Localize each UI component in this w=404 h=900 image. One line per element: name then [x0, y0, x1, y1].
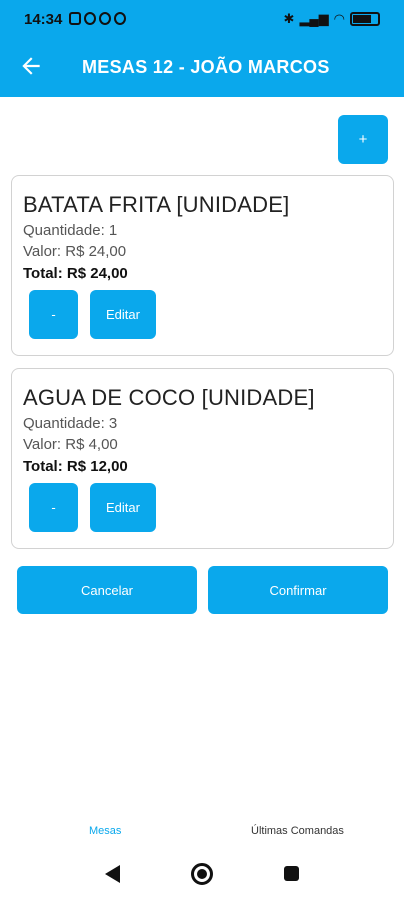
cancel-button[interactable]: Cancelar	[17, 566, 197, 614]
status-indicators: ✱ ▂▄▆ ◠	[284, 11, 380, 27]
wifi-icon: ◠	[333, 11, 345, 26]
decrease-quantity-button[interactable]: -	[29, 483, 78, 532]
triangle-back-icon[interactable]	[105, 865, 120, 883]
battery-level	[353, 15, 371, 23]
app-bar: MESAS 12 - JOÃO MARCOS	[0, 36, 404, 97]
notification-icon	[69, 12, 81, 25]
square-recent-icon[interactable]	[284, 866, 299, 881]
bluetooth-icon: ✱	[283, 11, 295, 26]
notification-icons	[69, 12, 126, 25]
status-bar: 14:34 ✱ ▂▄▆ ◠	[0, 0, 404, 36]
settings-icon	[114, 12, 126, 25]
arrow-left-icon[interactable]	[18, 53, 44, 79]
order-item-card: BATATA FRITA [UNIDADE] Quantidade: 1 Val…	[11, 175, 394, 356]
item-quantity: Quantidade: 1	[23, 222, 118, 239]
signal-icon: ▂▄▆	[299, 11, 329, 26]
system-nav-bar	[0, 854, 404, 900]
item-value: Valor: R$ 4,00	[23, 436, 118, 453]
confirm-button[interactable]: Confirmar	[208, 566, 388, 614]
sync-icon	[99, 12, 111, 25]
bottom-nav: Mesas Últimas Comandas	[0, 810, 404, 854]
tab-mesas[interactable]: Mesas	[89, 825, 121, 837]
battery-icon	[350, 12, 380, 26]
circle-home-icon[interactable]	[191, 863, 213, 885]
item-quantity: Quantidade: 3	[23, 415, 118, 432]
decrease-quantity-button[interactable]: -	[29, 290, 78, 339]
order-item-card: AGUA DE COCO [UNIDADE] Quantidade: 3 Val…	[11, 368, 394, 549]
item-name: AGUA DE COCO [UNIDADE]	[23, 385, 315, 410]
item-total: Total: R$ 12,00	[23, 458, 128, 475]
edit-item-button[interactable]: Editar	[90, 483, 156, 532]
item-value: Valor: R$ 24,00	[23, 243, 127, 260]
item-name: BATATA FRITA [UNIDADE]	[23, 192, 290, 217]
item-total: Total: R$ 24,00	[23, 265, 128, 282]
whatsapp-icon	[84, 12, 96, 25]
tab-ultimas-comandas[interactable]: Últimas Comandas	[251, 825, 344, 837]
page-title: MESAS 12 - JOÃO MARCOS	[82, 57, 330, 77]
status-time: 14:34	[24, 11, 63, 28]
edit-item-button[interactable]: Editar	[90, 290, 156, 339]
add-item-button[interactable]: +	[338, 115, 388, 164]
